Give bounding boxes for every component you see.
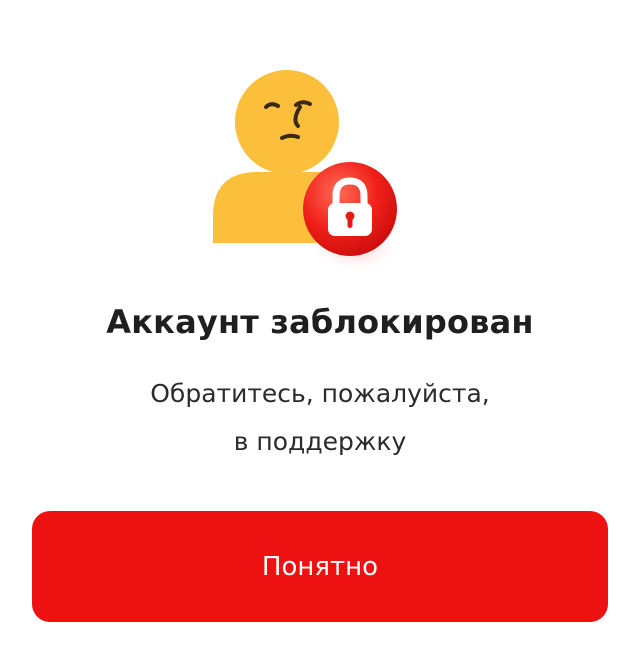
- dialog-message-line: в поддержку: [233, 427, 407, 456]
- account-blocked-dialog: Аккаунт заблокирован Обратитесь, пожалуй…: [0, 0, 640, 654]
- dialog-title: Аккаунт заблокирован: [106, 303, 534, 341]
- ok-button[interactable]: Понятно: [32, 511, 608, 622]
- avatar-head: [235, 70, 339, 174]
- dialog-message-line: Обратитесь, пожалуйста,: [150, 379, 490, 408]
- blocked-user-icon: [200, 60, 440, 280]
- dialog-message: Обратитесь, пожалуйста, в поддержку: [0, 370, 640, 466]
